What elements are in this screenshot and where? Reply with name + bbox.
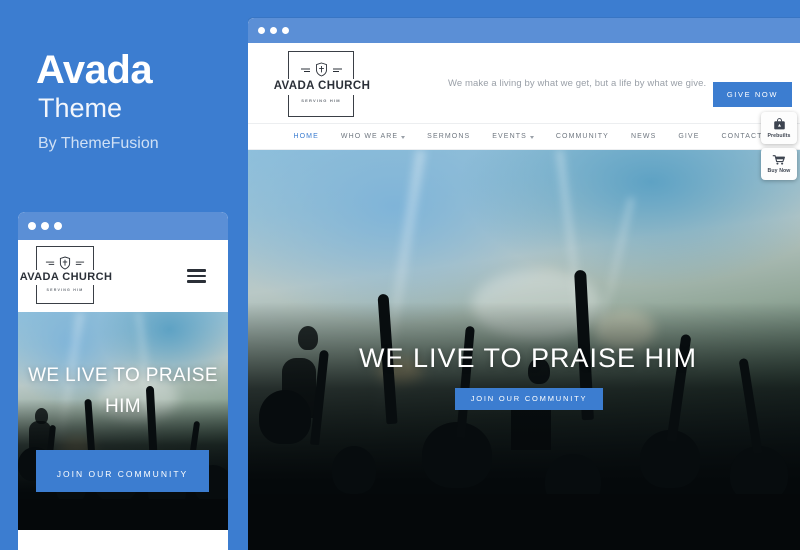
- logo-tagline: SERVING HIM: [301, 98, 341, 103]
- mobile-hero-title: WE LIVE TO PRAISE HIM: [28, 365, 218, 418]
- nav-label: NEWS: [630, 133, 657, 140]
- mobile-site-logo[interactable]: AVADA CHURCH SERVING HIM: [18, 246, 117, 304]
- logo-frame: AVADA CHURCH SERVING HIM: [18, 246, 117, 304]
- nav-label: HOME: [293, 133, 319, 140]
- join-our-community-button[interactable]: JOIN OUR COMMUNITY: [455, 388, 603, 410]
- window-dot-maximize-icon[interactable]: [54, 222, 62, 230]
- buy-now-label: Buy Now: [767, 168, 791, 174]
- mobile-site-header: AVADA CHURCH SERVING HIM: [18, 240, 228, 312]
- page-byline: By ThemeFusion: [38, 135, 159, 152]
- mobile-window-chrome: [18, 212, 228, 240]
- nav-label: CONTACT: [721, 133, 763, 140]
- hamburger-line: [187, 280, 206, 283]
- shield-icon: [315, 62, 327, 77]
- nav-item-home[interactable]: HOME: [293, 133, 318, 140]
- give-now-button[interactable]: GIVE NOW: [712, 82, 792, 107]
- nav-label: COMMUNITY: [555, 133, 609, 140]
- window-dot-minimize-icon[interactable]: [41, 222, 49, 230]
- mobile-hero-section: WE LIVE TO PRAISE HIM JOIN OUR COMMUNITY: [18, 312, 228, 530]
- page-subtitle: Theme: [38, 93, 123, 123]
- logo-tagline: SERVING HIM: [46, 288, 84, 292]
- shield-cross-icon: [300, 62, 343, 77]
- window-dot-minimize-icon[interactable]: [270, 27, 277, 34]
- logo-frame: AVADA CHURCH SERVING HIM: [269, 51, 375, 117]
- window-dot-maximize-icon[interactable]: [282, 27, 289, 34]
- buy-now-button[interactable]: Buy Now: [761, 148, 797, 180]
- chevron-down-icon: [529, 136, 534, 139]
- nav-item-give[interactable]: GIVE: [678, 133, 699, 140]
- logo-left-dashes: [45, 261, 55, 265]
- prebuilts-box-icon: [773, 117, 785, 129]
- nav-label: SERMONS: [427, 133, 471, 140]
- logo-name: AVADA CHURCH: [269, 79, 375, 95]
- desktop-window-chrome: [248, 18, 800, 43]
- nav-item-news[interactable]: NEWS: [631, 133, 656, 140]
- desktop-site-viewport: AVADA CHURCH SERVING HIM We make a livin…: [248, 43, 800, 550]
- nav-item-events[interactable]: EVENTS: [492, 133, 534, 140]
- page-title: Avada: [36, 48, 153, 92]
- prebuilts-button[interactable]: Prebuilts: [761, 112, 797, 144]
- desktop-browser-mockup: AVADA CHURCH SERVING HIM We make a livin…: [248, 18, 800, 550]
- window-dot-close-icon[interactable]: [258, 27, 265, 34]
- nav-item-community[interactable]: COMMUNITY: [556, 133, 609, 140]
- hero-section: WE LIVE TO PRAISE HIM JOIN OUR COMMUNITY: [248, 150, 800, 550]
- header-tagline: We make a living by what we get, but a l…: [448, 78, 707, 89]
- nav-label: WHO WE ARE: [340, 133, 399, 140]
- hamburger-line: [187, 269, 206, 272]
- logo-right-dashes: [75, 261, 85, 265]
- site-header: AVADA CHURCH SERVING HIM We make a livin…: [248, 43, 800, 123]
- nav-item-sermons[interactable]: SERMONS: [427, 133, 470, 140]
- logo-right-dashes: [332, 68, 342, 72]
- nav-label: GIVE: [678, 133, 700, 140]
- nav-label: EVENTS: [492, 133, 527, 140]
- prebuilts-label: Prebuilts: [767, 132, 791, 139]
- shopping-cart-icon: [772, 155, 785, 165]
- nav-item-contact[interactable]: CONTACT: [721, 133, 762, 140]
- shield-cross-icon: [45, 256, 85, 270]
- hamburger-icon[interactable]: [187, 269, 206, 283]
- site-logo[interactable]: AVADA CHURCH SERVING HIM: [269, 51, 375, 117]
- window-dot-close-icon[interactable]: [28, 222, 36, 230]
- mobile-join-our-community-button[interactable]: JOIN OUR COMMUNITY: [36, 450, 209, 492]
- hamburger-line: [187, 274, 206, 278]
- screenshot-root: AVADA CHURCH SERVING HIM We make a livin…: [0, 0, 800, 550]
- hero-title: WE LIVE TO PRAISE HIM: [358, 343, 698, 373]
- shield-icon: [59, 256, 71, 270]
- site-navigation: HOME WHO WE ARE SERMONS EVENTS COMMUNITY: [248, 123, 800, 150]
- chevron-down-icon: [401, 136, 406, 139]
- nav-item-who-we-are[interactable]: WHO WE ARE: [340, 133, 406, 140]
- logo-left-dashes: [300, 68, 310, 72]
- mobile-footer-area: [18, 530, 228, 550]
- logo-name: AVADA CHURCH: [18, 270, 117, 285]
- mobile-browser-mockup: AVADA CHURCH SERVING HIM WE LIVE TO PRAI…: [18, 212, 228, 550]
